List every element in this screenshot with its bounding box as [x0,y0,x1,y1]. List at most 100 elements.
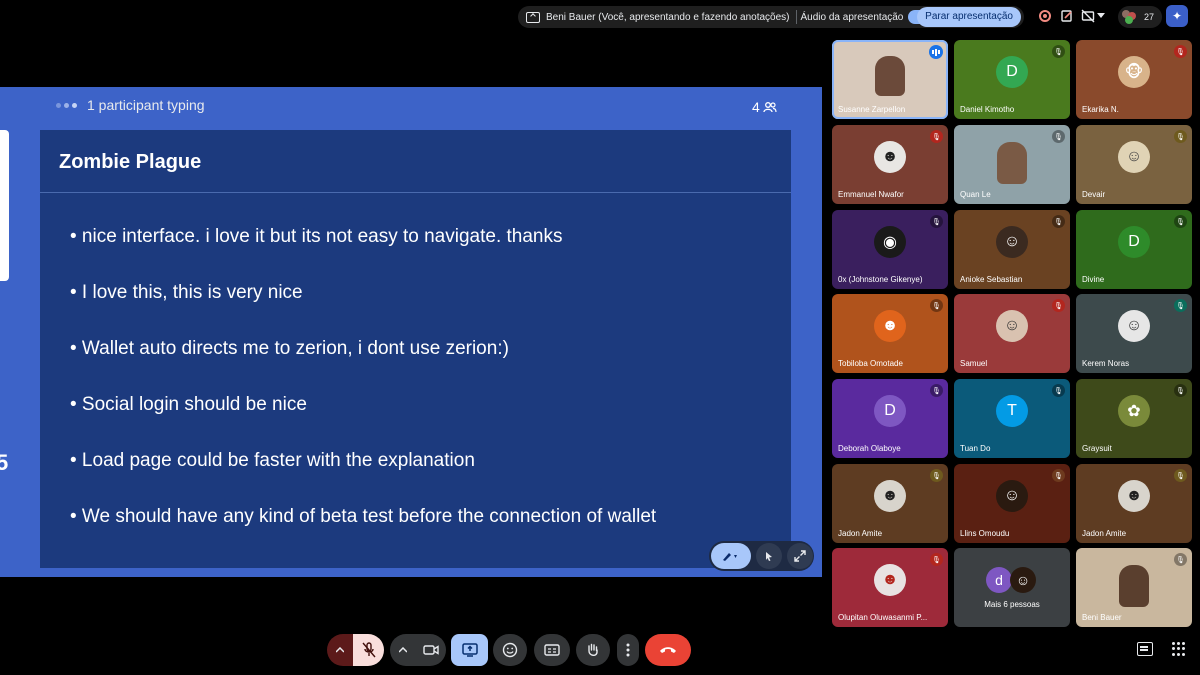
participant-tile[interactable]: D 🎙 Divine [1076,210,1192,289]
presenter-label: Beni Bauer (Você, apresentando e fazendo… [546,11,790,23]
hand-icon [588,643,598,656]
participant-name: Beni Bauer [1082,613,1122,622]
more-options-button[interactable] [617,634,639,666]
participant-name: Tuan Do [960,444,991,453]
participant-tile[interactable]: ☻ 🎙 Tobiloba Omotade [832,294,948,373]
more-participants-tile[interactable]: d ☺ Mais 6 pessoas [954,548,1070,627]
participant-tile[interactable]: ✿ 🎙 Graysuit [1076,379,1192,458]
more-vert-icon [626,643,630,657]
stop-presenting-button[interactable]: Parar apresentação [917,7,1021,27]
pointer-icon [766,552,772,561]
participant-name: 0x (Johnstone Gikenye) [838,275,923,284]
mic-off-icon: 🎙 [930,130,943,143]
participant-tile[interactable]: ◉ 🎙 0x (Johnstone Gikenye) [832,210,948,289]
mic-off-icon [361,642,376,658]
participant-tile[interactable]: Susanne Zarpellon [832,40,948,119]
apps-grid-icon[interactable] [1172,642,1186,656]
participant-tile[interactable]: ☺ 🎙 Llins Omoudu [954,464,1070,543]
chat-icon[interactable] [1137,642,1153,656]
mic-options-button[interactable] [327,634,353,666]
slide-side-panel [0,130,9,281]
participant-video [997,141,1027,184]
camera-button[interactable] [416,634,446,666]
annotate-button[interactable] [711,543,751,569]
participant-name: Olupitan Oluwasanmi P... [838,613,928,622]
participant-tile[interactable]: ☺ 🎙 Anioke Sebastian [954,210,1070,289]
slide-bullet: • Load page could be faster with the exp… [70,450,475,471]
mic-off-icon: 🎙 [1052,45,1065,58]
recording-icon[interactable] [1034,5,1056,27]
mic-off-icon: 🎙 [1052,215,1065,228]
participant-tile[interactable]: 🐵 🎙 Ekarika N. [1076,40,1192,119]
participant-tile[interactable]: 🎙 Quan Le [954,125,1070,204]
pointer-button[interactable] [756,543,782,569]
participant-name: Graysuit [1082,444,1112,453]
participant-name: Anioke Sebastian [960,275,1023,284]
participant-avatar: d [986,567,1012,593]
participant-name: Daniel Kimotho [960,105,1015,114]
fullscreen-button[interactable] [787,543,813,569]
presentation-status-pill: Beni Bauer (Você, apresentando e fazendo… [518,6,1024,28]
participant-tile[interactable]: T 🎙 Tuan Do [954,379,1070,458]
participant-name: Emmanuel Nwafor [838,190,904,199]
mic-off-icon: 🎙 [1174,469,1187,482]
mic-off-icon: 🎙 [930,553,943,566]
captions-icon [544,644,560,656]
present-screen-icon [526,11,540,23]
participant-avatar: T [996,394,1028,427]
captions-button[interactable] [534,634,570,666]
expand-icon [794,550,806,562]
present-now-button[interactable] [451,634,488,666]
reactions-button[interactable] [493,634,527,666]
participant-name: Jadon Amite [1082,529,1127,538]
participant-name: Devair [1082,190,1106,199]
participant-avatar: ☻ [874,140,906,173]
participant-tile[interactable]: ☻ 🎙 Olupitan Oluwasanmi P... [832,548,948,627]
mic-off-icon: 🎙 [1052,384,1065,397]
participant-avatar: ☺ [1118,140,1150,173]
side-number: 5 [0,450,9,475]
hang-up-icon [660,647,676,653]
participant-tile[interactable]: ☺ 🎙 Devair [1076,125,1192,204]
participant-tile[interactable]: ☻ 🎙 Jadon Amite [832,464,948,543]
emoji-icon [502,642,518,658]
gemini-icon[interactable]: ✦ [1166,5,1188,27]
microphone-button[interactable] [353,634,384,666]
more-participants-label: Mais 6 pessoas [984,600,1040,609]
people-icon [763,102,777,113]
participant-avatar: ☻ [874,309,906,342]
participant-tile[interactable]: D 🎙 Daniel Kimotho [954,40,1070,119]
leave-call-button[interactable] [645,634,691,666]
participant-tile[interactable]: ☻ 🎙 Jadon Amite [1076,464,1192,543]
participant-avatar: ☻ [1118,479,1150,512]
participant-tile[interactable]: ☺ 🎙 Samuel [954,294,1070,373]
participant-avatar: 🐵 [1118,55,1150,88]
participant-avatar: ☺ [1118,309,1150,342]
camera-options-button[interactable] [390,634,416,666]
mic-off-icon: 🎙 [1052,299,1065,312]
chevron-down-icon[interactable] [1094,5,1108,27]
slide-bullet: • Social login should be nice [70,394,307,415]
participant-name: Samuel [960,359,988,368]
participant-tile[interactable]: D 🎙 Deborah Olaboye [832,379,948,458]
participant-name: Jadon Amite [838,529,883,538]
speaking-indicator-icon [929,45,943,59]
participant-name: Deborah Olaboye [838,444,901,453]
participant-avatar: ☺ [1010,567,1036,593]
slide-divider [40,192,791,193]
raise-hand-button[interactable] [576,634,610,666]
edit-note-icon[interactable] [1056,5,1078,27]
participant-name: Llins Omoudu [960,529,1010,538]
participant-video [875,55,905,96]
mic-off-icon: 🎙 [930,299,943,312]
participant-name: Susanne Zarpellon [838,105,906,114]
presentation-controls [709,541,814,571]
participant-name: Divine [1082,275,1105,284]
participants-button[interactable]: 27 [1118,6,1162,28]
participant-avatar: D [874,394,906,427]
participant-tile[interactable]: ☻ 🎙 Emmanuel Nwafor [832,125,948,204]
self-view-tile[interactable]: 🎙 Beni Bauer [1076,548,1192,627]
slide-bullet: • We should have any kind of beta test b… [70,506,657,527]
participant-tile[interactable]: ☺ 🎙 Kerem Noras [1076,294,1192,373]
participant-avatar: D [996,55,1028,88]
